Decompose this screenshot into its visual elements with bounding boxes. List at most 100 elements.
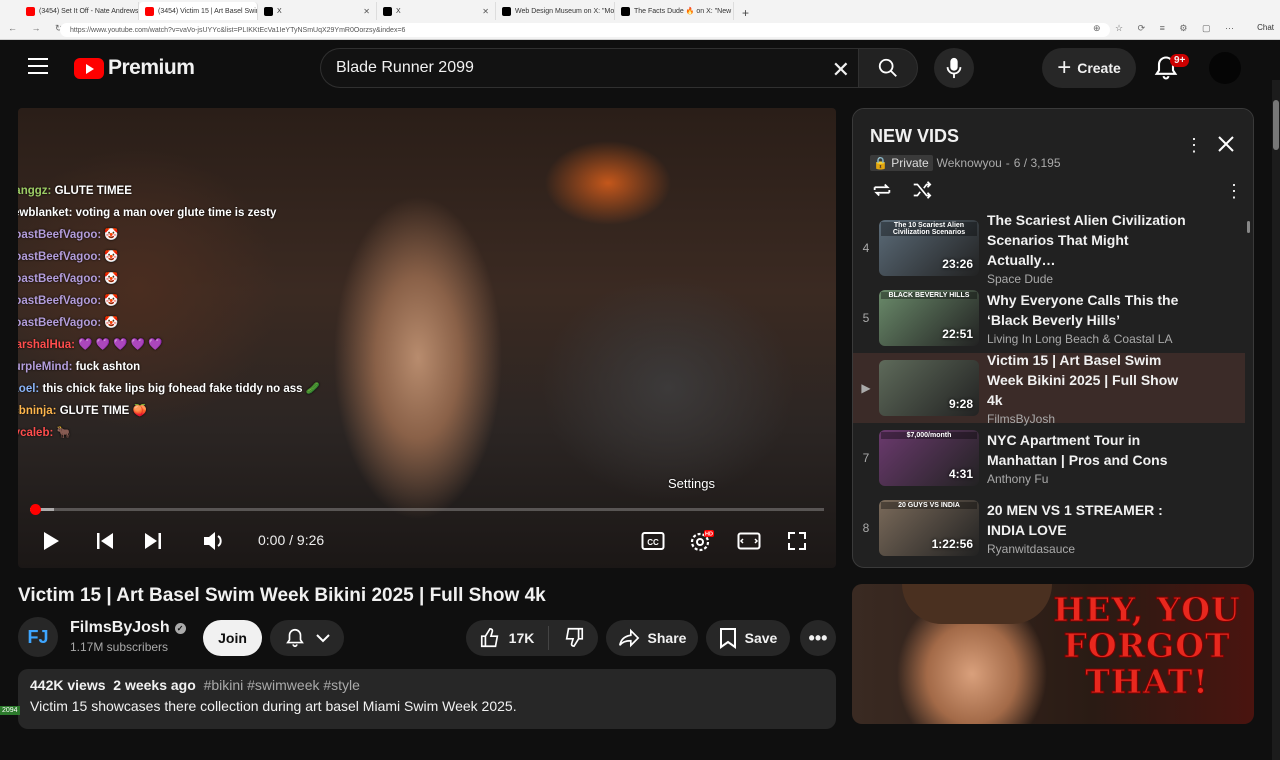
playlist-actions [871,179,933,201]
hamburger-menu-icon[interactable] [28,58,48,74]
description-box[interactable]: 442K views 2 weeks ago #bikini #swimweek… [18,669,836,729]
playlist-item-thumbnail[interactable]: 9:28 [879,360,979,416]
time-display: 0:00 / 9:26 [258,532,325,548]
voice-search-button[interactable] [934,48,974,88]
playlist-scrollbar[interactable] [1247,221,1250,233]
loop-icon[interactable] [871,179,893,201]
create-label: Create [1077,60,1121,76]
chat-message: RoastBeefVagoo: 🤡 [18,312,320,334]
browser-tab[interactable]: The Facts Dude 🔥 on X: "New 15✕ [615,2,734,20]
channel-name-link[interactable]: FilmsByJosh ✓ [70,619,186,637]
youtube-premium-logo[interactable]: Premium [74,56,195,80]
playlist-item[interactable]: 8 20 GUYS VS INDIA 1:22:56 20 MEN VS 1 STRE… [853,493,1245,563]
captions-button[interactable]: CC [640,528,666,554]
thumbnail-caption: $7,000/month [881,432,977,439]
play-icon [44,532,59,550]
create-button[interactable]: + Create [1042,48,1136,88]
save-label: Save [744,630,778,646]
save-button[interactable]: Save [706,620,790,656]
hd-badge: HD [705,532,713,538]
chat-message: RoastBeefVagoo: 🤡 [18,268,320,290]
subscribed-notifications-button[interactable] [270,620,344,656]
subscriber-count: 1.17M subscribers [70,640,169,654]
video-player[interactable]: Banggz: GLUTE TIMEEnewblanket: voting a … [18,108,836,568]
playlist-item[interactable]: ▶ 9:28 Victim 15 | Art Basel Swim Week Bik… [853,350,1245,426]
scrubber-handle[interactable] [30,504,41,515]
browser-toolbar-icons[interactable]: ⊕ ☆ ⟳ ≡ ⚙ ▢ ⋯ [1093,23,1240,34]
chat-message: Banggz: GLUTE TIMEE [18,180,320,202]
playlist-item-title[interactable]: Victim 15 | Art Basel Swim Week Bikini 2… [987,350,1197,410]
playlist-item-channel[interactable]: Anthony Fu [987,472,1197,486]
volume-button[interactable] [200,528,228,554]
scrollbar-thumb[interactable] [1273,100,1279,150]
account-avatar[interactable] [1209,52,1241,84]
page-scrollbar[interactable] [1272,80,1280,760]
browser-tab[interactable]: X ✕ [258,2,377,20]
playlist-item-title[interactable]: NYC Apartment Tour in Manhattan | Pros a… [987,430,1197,470]
tab-favicon-icon [383,6,392,16]
settings-button[interactable]: HD [686,528,716,554]
channel-avatar[interactable]: FJ [18,617,58,657]
promo-text: HEY, YOU FORGOT THAT! [1053,590,1241,701]
playlist-item-index: 7 [862,451,870,465]
playlist-item-channel[interactable]: Living In Long Beach & Coastal LA [987,332,1197,346]
playlist-item-thumbnail[interactable]: $7,000/month 4:31 [879,430,979,486]
chat-text: GLUTE TIMEE [54,185,132,197]
close-playlist-icon[interactable] [1217,135,1235,153]
playlist-actions-more-icon[interactable]: ⋮ [1225,181,1243,202]
hashtags[interactable]: #bikini #swimweek #style [204,677,360,693]
promo-thumbnail[interactable]: HEY, YOU FORGOT THAT! [852,584,1254,724]
tab-favicon-icon [26,6,35,16]
playlist-item-thumbnail[interactable]: BLACK BEVERLY HILLS 22:51 [879,290,979,346]
progress-bar[interactable] [30,504,824,515]
share-button[interactable]: Share [606,620,698,656]
shuffle-icon[interactable] [911,179,933,201]
playlist-item-thumbnail[interactable]: 20 GUYS VS INDIA 1:22:56 [879,500,979,556]
close-tab-icon[interactable]: ✕ [482,7,489,16]
closed-captions-icon: CC [641,532,665,550]
play-button[interactable] [38,528,64,554]
clear-search-icon[interactable]: ✕ [832,57,850,83]
chat-overlay: Banggz: GLUTE TIMEEnewblanket: voting a … [18,180,320,444]
address-bar[interactable]: https://www.youtube.com/watch?v=vaVo-jsU… [60,23,1110,37]
svg-text:CC: CC [647,538,659,547]
playlist-item[interactable]: 5 BLACK BEVERLY HILLS 22:51 Why Everyone Ca… [853,283,1245,353]
share-label: Share [647,630,687,646]
dislike-button[interactable] [557,626,585,651]
browser-tab[interactable]: X ✕ [377,2,496,20]
playlist-item-title[interactable]: Why Everyone Calls This the ‘Black Bever… [987,290,1197,330]
thumbnail-figure [902,584,1052,624]
more-actions-button[interactable]: ••• [800,620,836,656]
search-input[interactable]: Blade Runner 2099 ✕ [320,48,860,88]
new-tab-button[interactable]: + [734,6,757,20]
settings-tooltip: Settings [668,476,715,491]
corner-indicator: 2094 [0,706,20,715]
playlist-header: NEW VIDS 🔒 Private Weknowyou - 6 / 3,195… [853,109,1253,213]
playlist-owner[interactable]: Weknowyou [937,156,1002,170]
search-icon [878,58,897,77]
previous-icon [97,533,113,549]
chat-username: PurpleMind: [18,361,73,373]
browser-tab[interactable]: Web Design Museum on X: "Most✕ [496,2,615,20]
playlist-more-icon[interactable]: ⋮ [1185,135,1203,156]
playlist-item-title[interactable]: 20 MEN VS 1 STREAMER : INDIA LOVE [987,500,1197,540]
playlist-item[interactable]: 7 $7,000/month 4:31 NYC Apartment Tour in M… [853,423,1245,493]
search-button[interactable] [858,48,918,88]
browser-tab[interactable]: (3454) Set It Off - Nate Andrews ✕ [20,2,139,20]
previous-button[interactable] [92,528,118,554]
playlist-item-channel[interactable]: Ryanwitdasauce [987,542,1197,556]
fullscreen-button[interactable] [784,528,810,554]
chat-username: newblanket: [18,207,73,219]
next-button[interactable] [140,528,166,554]
playlist-title[interactable]: NEW VIDS [870,126,959,147]
chat-message: newblanket: voting a man over glute time… [18,202,320,224]
playlist-item[interactable]: 4 The 10 Scariest Alien Civilization Scen… [853,210,1245,286]
like-button[interactable]: 17K [479,626,550,650]
playlist-item-title[interactable]: The Scariest Alien Civilization Scenario… [987,210,1197,270]
playlist-item-thumbnail[interactable]: The 10 Scariest Alien Civilization Scena… [879,220,979,276]
chat-button[interactable]: Chat [1257,23,1274,32]
close-tab-icon[interactable]: ✕ [363,7,370,16]
browser-tab[interactable]: (3454) Victim 15 | Art Basel Swim✕ [139,2,258,20]
theater-mode-button[interactable] [736,528,762,554]
join-button[interactable]: Join [203,620,262,656]
